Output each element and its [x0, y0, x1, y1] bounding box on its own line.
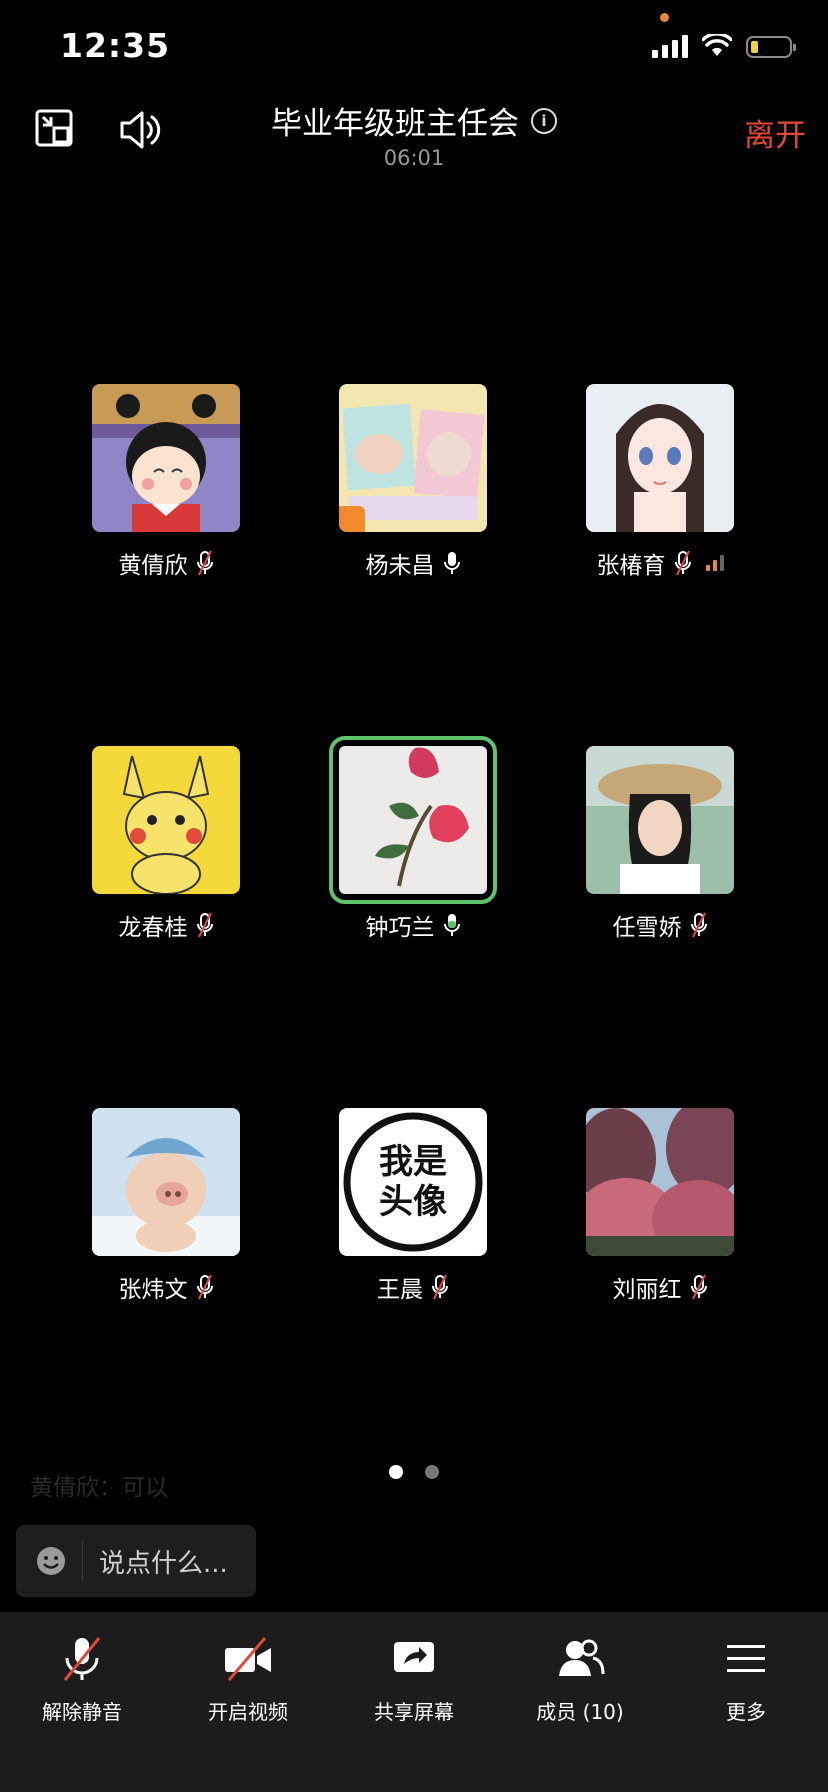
- mic-muted-icon: [674, 550, 691, 576]
- members-icon: [559, 1639, 605, 1676]
- participant-tile[interactable]: 张炜文: [66, 1108, 266, 1304]
- status-bar: 12:35: [0, 0, 828, 90]
- participant-name: 黄倩欣: [118, 553, 188, 579]
- participant-name: 张炜文: [118, 1277, 188, 1303]
- mic-muted-icon: [63, 1637, 101, 1681]
- status-time: 12:35: [60, 26, 171, 65]
- more-label: 更多: [726, 1700, 766, 1724]
- avatar: [586, 746, 734, 894]
- mic-muted-icon: [196, 550, 213, 576]
- avatar: [339, 384, 487, 532]
- share-screen-button[interactable]: 共享屏幕: [344, 1634, 484, 1725]
- mic-speaking-icon: [443, 914, 460, 936]
- avatar: [92, 746, 240, 894]
- network-signal-icon: [705, 555, 724, 571]
- divider: [82, 1541, 83, 1581]
- privacy-indicator-dot: [660, 13, 669, 22]
- participant-tile[interactable]: 任雪娇: [560, 746, 760, 942]
- more-button[interactable]: 更多: [676, 1634, 816, 1725]
- participant-tile[interactable]: 我是头像 王晨: [313, 1108, 513, 1304]
- host-badge-icon: [339, 506, 365, 532]
- participant-name: 王晨: [377, 1277, 423, 1303]
- avatar: [329, 736, 497, 904]
- mic-muted-icon: [690, 912, 707, 938]
- participant-name: 钟巧兰: [365, 915, 435, 941]
- meeting-header: 毕业年级班主任会 i 06:01 离开: [0, 90, 828, 180]
- share-screen-icon: [394, 1642, 434, 1672]
- members-button[interactable]: 成员 (10): [510, 1634, 650, 1725]
- meeting-title-text: 毕业年级班主任会: [271, 106, 519, 142]
- participant-name: 刘丽红: [612, 1277, 682, 1303]
- page-indicator: [0, 1465, 828, 1479]
- participant-name: 杨未昌: [365, 553, 435, 579]
- meeting-duration: 06:01: [383, 146, 445, 170]
- avatar: [92, 384, 240, 532]
- unmute-label: 解除静音: [42, 1700, 122, 1724]
- video-off-icon: [225, 1637, 271, 1681]
- start-video-button[interactable]: 开启视频: [178, 1634, 318, 1725]
- mic-muted-icon: [196, 1274, 213, 1300]
- wifi-icon: [702, 34, 732, 56]
- chat-placeholder: 说点什么...: [99, 1548, 228, 1579]
- meeting-title[interactable]: 毕业年级班主任会 i: [0, 98, 828, 143]
- participant-tile-speaking[interactable]: 钟巧兰: [313, 736, 513, 942]
- leave-button[interactable]: 离开: [744, 110, 806, 155]
- participant-name: 张椿育: [596, 553, 666, 579]
- chat-input[interactable]: 说点什么...: [16, 1525, 256, 1597]
- participant-tile[interactable]: 张椿育: [560, 384, 760, 580]
- avatar: [586, 1108, 734, 1256]
- battery-icon: [746, 36, 796, 58]
- meeting-screen: 12:35 毕业年级班主任会 i 06:01 离开 黄倩欣 杨未昌 张椿育 龙春…: [0, 0, 828, 1792]
- menu-icon: [727, 1645, 765, 1672]
- mic-muted-icon: [196, 912, 213, 938]
- cellular-signal-icon: [652, 34, 688, 58]
- page-dot-active[interactable]: [389, 1465, 403, 1479]
- mic-on-icon: [443, 552, 460, 574]
- participant-tile[interactable]: 黄倩欣: [66, 384, 266, 580]
- emoji-icon[interactable]: [36, 1546, 66, 1576]
- avatar: [92, 1108, 240, 1256]
- share-screen-label: 共享屏幕: [374, 1700, 454, 1724]
- members-label: 成员 (10): [536, 1700, 624, 1724]
- avatar-text: 我是头像: [379, 1142, 447, 1222]
- unmute-button[interactable]: 解除静音: [12, 1634, 152, 1725]
- participant-name: 龙春桂: [118, 915, 188, 941]
- page-dot[interactable]: [425, 1465, 439, 1479]
- participant-name: 任雪娇: [612, 915, 682, 941]
- participant-tile[interactable]: 龙春桂: [66, 746, 266, 942]
- status-icons: [652, 34, 796, 58]
- participant-tile[interactable]: 刘丽红: [560, 1108, 760, 1304]
- avatar: [586, 384, 734, 532]
- start-video-label: 开启视频: [208, 1700, 288, 1724]
- mic-muted-icon: [432, 1274, 448, 1300]
- bottom-toolbar: 解除静音 开启视频 共享屏幕 成员 (10) 更多: [0, 1612, 828, 1792]
- participant-tile[interactable]: 杨未昌: [313, 384, 513, 580]
- avatar: 我是头像: [339, 1108, 487, 1256]
- mic-muted-icon: [690, 1274, 707, 1300]
- info-icon[interactable]: i: [531, 107, 557, 134]
